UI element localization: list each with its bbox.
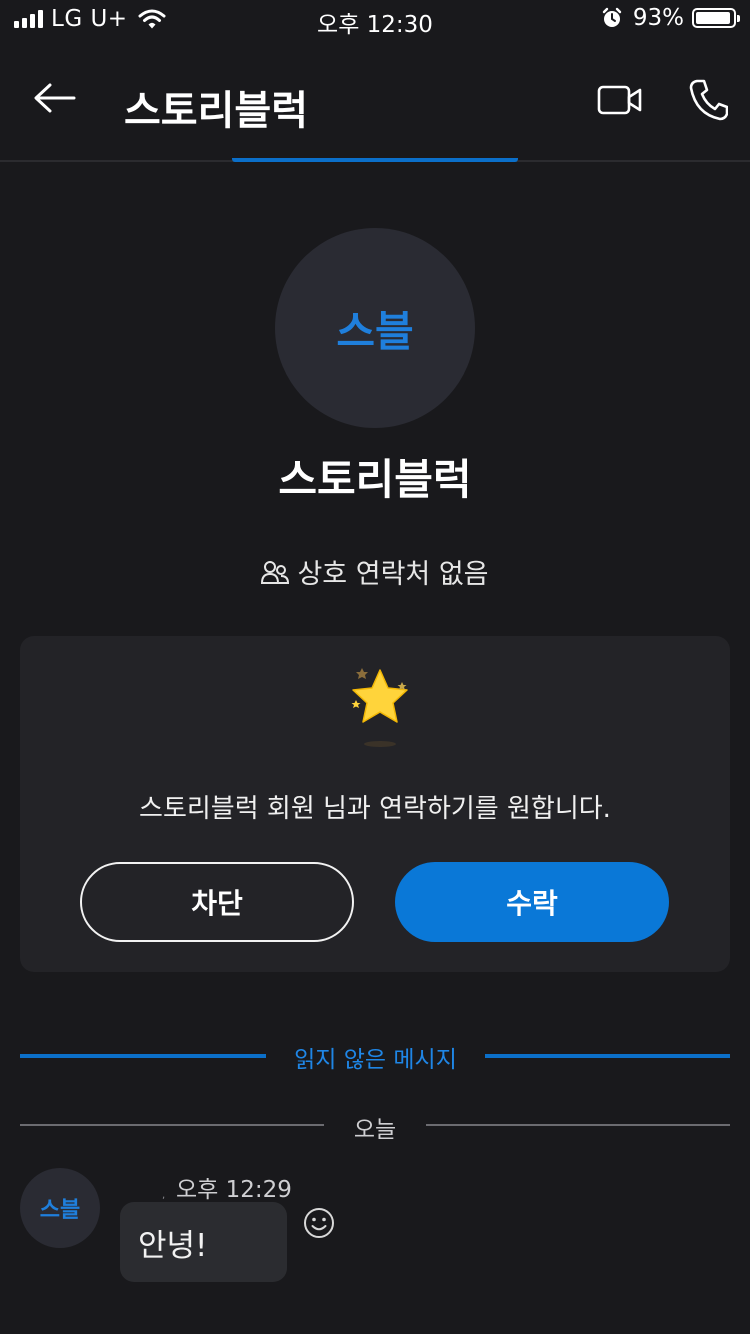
profile-name: 스토리블럭 bbox=[278, 455, 472, 504]
smiley-icon[interactable] bbox=[302, 1206, 336, 1240]
header-title: 스토리블럭 bbox=[124, 88, 308, 134]
contacts-icon bbox=[261, 560, 290, 584]
star-icon bbox=[351, 668, 408, 747]
chat-header: 스토리블럭 bbox=[0, 42, 750, 162]
video-call-icon[interactable] bbox=[596, 80, 644, 120]
date-divider-line-right bbox=[426, 1124, 730, 1126]
mutual-contacts-label: 상호 연락처 없음 bbox=[297, 559, 489, 590]
profile-avatar[interactable]: 스블 bbox=[275, 228, 475, 428]
status-bar: LG U+ 오후 12:30 93% bbox=[0, 0, 750, 42]
status-right: 93% bbox=[601, 5, 740, 31]
battery-percent: 93% bbox=[632, 5, 684, 31]
accept-button[interactable]: 수락 bbox=[395, 862, 669, 942]
date-divider-label: 오늘 bbox=[353, 1117, 397, 1143]
phone-icon[interactable] bbox=[688, 78, 728, 122]
sender-avatar[interactable]: 스블 bbox=[20, 1168, 100, 1248]
unread-divider-line-left bbox=[20, 1054, 266, 1058]
profile-avatar-initials: 스블 bbox=[336, 306, 414, 356]
date-divider-line-left bbox=[20, 1124, 324, 1126]
unread-divider-line-right bbox=[485, 1054, 730, 1058]
mutual-contacts: 상호 연락처 없음 bbox=[0, 552, 750, 591]
sender-avatar-initials: 스블 bbox=[39, 1198, 81, 1223]
message-dot: , bbox=[162, 1190, 166, 1201]
block-button[interactable]: 차단 bbox=[80, 862, 354, 942]
message-text: 안녕! bbox=[138, 1228, 208, 1264]
contact-request-card: 스토리블럭 회원 님과 연락하기를 원합니다. 차단 수락 bbox=[20, 636, 730, 972]
back-arrow-icon[interactable] bbox=[30, 78, 80, 118]
scroll-indicator bbox=[232, 158, 518, 162]
message-bubble[interactable]: 안녕! bbox=[120, 1202, 287, 1282]
unread-divider-label: 읽지 않은 메시지 bbox=[294, 1047, 457, 1073]
battery-icon bbox=[692, 8, 740, 28]
request-message: 스토리블럭 회원 님과 연락하기를 원합니다. bbox=[139, 794, 611, 824]
message-time: 오후 12:29 bbox=[176, 1177, 292, 1203]
alarm-icon bbox=[602, 7, 622, 27]
